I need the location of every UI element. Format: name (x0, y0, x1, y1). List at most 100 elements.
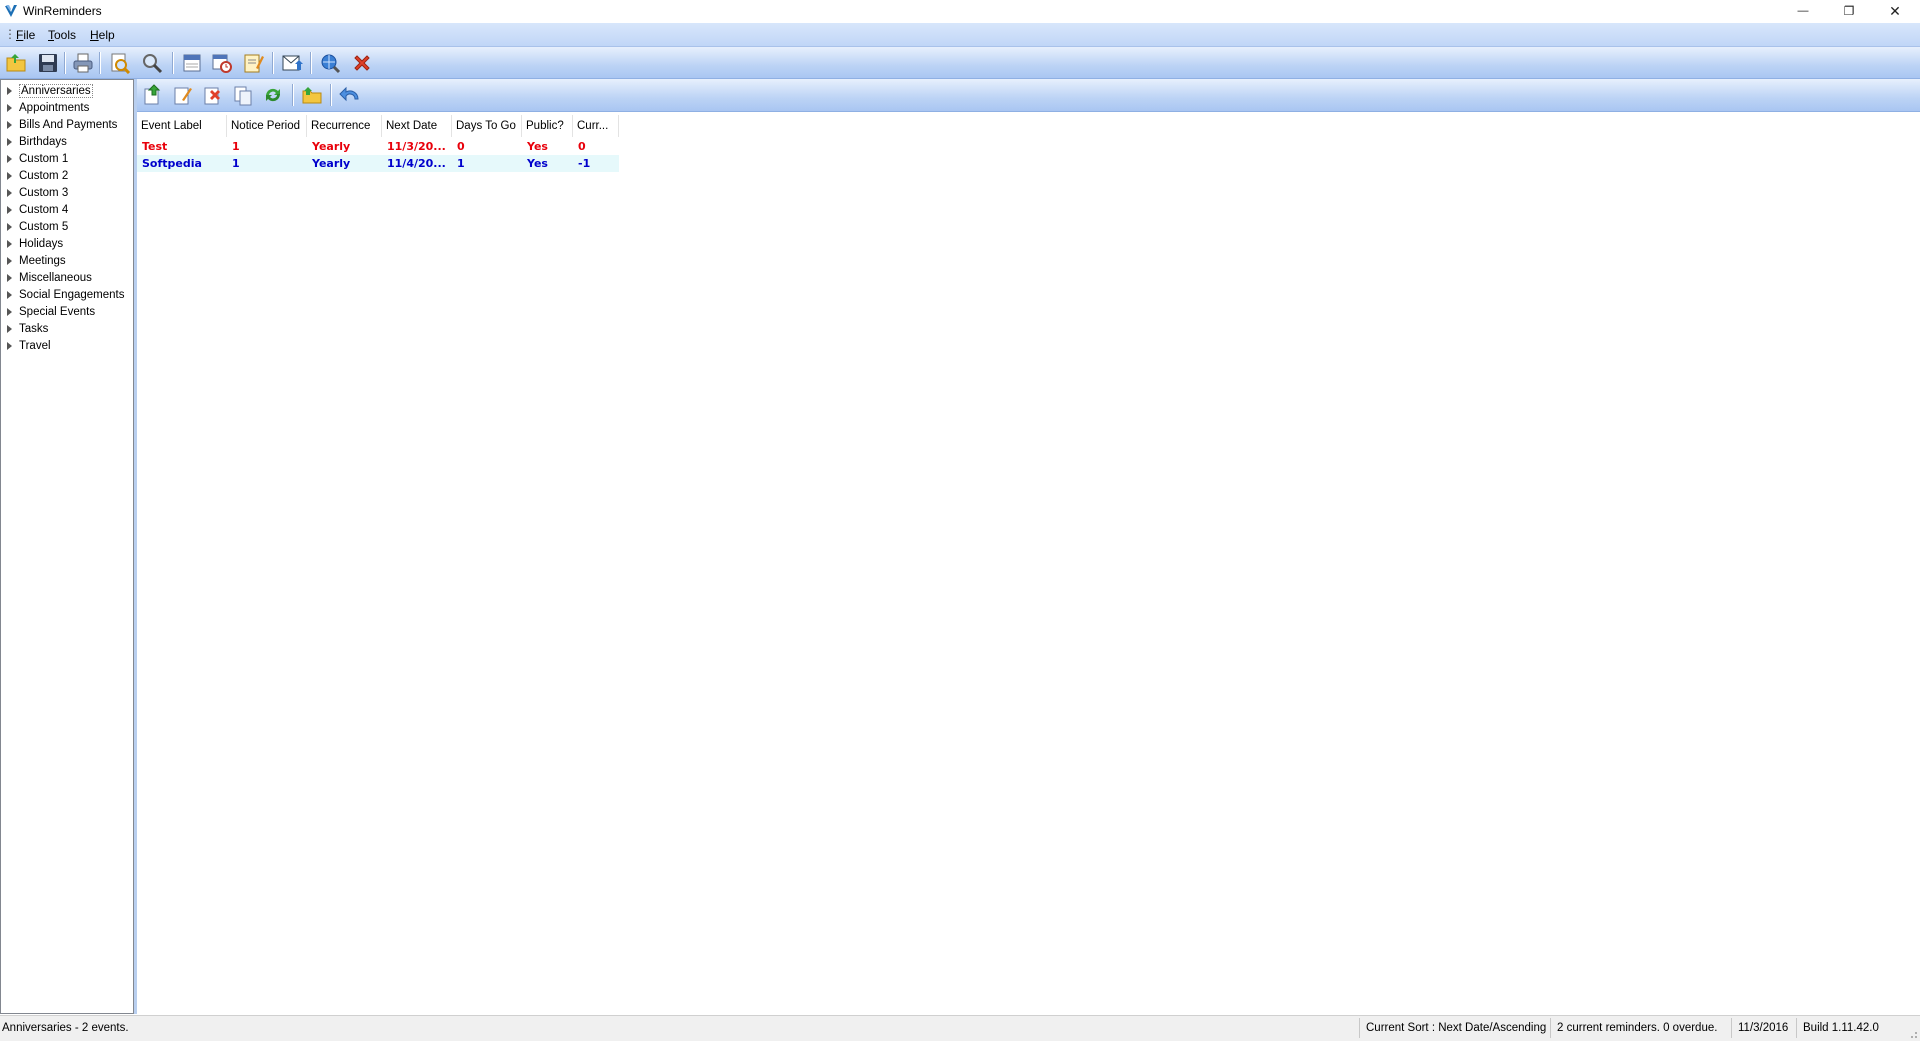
calendar-button[interactable] (179, 50, 205, 76)
status-sort: Current Sort : Next Date/Ascending (1359, 1018, 1550, 1038)
expand-arrow-icon[interactable] (7, 273, 12, 282)
expand-arrow-icon[interactable] (7, 222, 12, 231)
cell-notice-period: 1 (232, 157, 240, 170)
category-item[interactable]: Bills And Payments (7, 116, 117, 133)
category-item[interactable]: Birthdays (7, 133, 67, 150)
status-summary: 2 current reminders. 0 overdue. (1550, 1018, 1731, 1038)
expand-arrow-icon[interactable] (7, 341, 12, 350)
exit-button[interactable] (349, 50, 375, 76)
search-globe-button[interactable] (317, 50, 343, 76)
calendar-clock-button[interactable] (209, 50, 235, 76)
category-label: Custom 2 (19, 169, 69, 182)
column-header-notice-period[interactable]: Notice Period (227, 115, 307, 137)
delete-event-icon (204, 87, 220, 105)
menu-tools[interactable]: Tools (48, 28, 76, 42)
status-event-count: Anniversaries - 2 events. (2, 1022, 129, 1034)
category-item[interactable]: Appointments (7, 99, 89, 116)
grid-header: Event Label Notice Period Recurrence Nex… (137, 115, 619, 137)
menu-file[interactable]: File (16, 28, 35, 42)
edit-event-button[interactable] (170, 82, 196, 108)
calendar-icon (183, 54, 201, 72)
column-header-next-date[interactable]: Next Date (382, 115, 452, 137)
restore-icon: ❐ (1843, 4, 1855, 18)
category-item[interactable]: Custom 5 (7, 218, 68, 235)
delete-event-button[interactable] (200, 82, 226, 108)
open-folder-icon (6, 54, 26, 72)
column-header-event-label[interactable]: Event Label (137, 115, 227, 137)
print-button[interactable] (70, 50, 96, 76)
restore-button[interactable]: ❐ (1826, 0, 1872, 22)
column-header-days-to-go[interactable]: Days To Go (452, 115, 522, 137)
window-title: WinReminders (23, 4, 102, 18)
toolbar-separator (99, 52, 101, 74)
move-category-button[interactable] (299, 82, 325, 108)
minimize-icon: — (1797, 5, 1809, 17)
expand-arrow-icon[interactable] (7, 307, 12, 316)
save-button[interactable] (35, 50, 61, 76)
category-label: Appointments (19, 101, 90, 114)
close-icon: ✕ (1889, 2, 1901, 19)
cell-current: -1 (578, 157, 591, 170)
reminder-alert-button[interactable] (279, 50, 305, 76)
category-item[interactable]: Anniversaries (7, 82, 93, 99)
exit-icon (354, 55, 370, 71)
cell-days-to-go: 0 (457, 140, 465, 153)
category-item[interactable]: Custom 3 (7, 184, 68, 201)
close-button[interactable]: ✕ (1872, 0, 1918, 22)
expand-arrow-icon[interactable] (7, 171, 12, 180)
category-item[interactable]: Travel (7, 337, 51, 354)
column-header-public[interactable]: Public? (522, 115, 573, 137)
category-item[interactable]: Custom 2 (7, 167, 68, 184)
expand-arrow-icon[interactable] (7, 120, 12, 129)
expand-arrow-icon[interactable] (7, 86, 12, 95)
find-button[interactable] (139, 50, 165, 76)
cell-public: Yes (527, 140, 548, 153)
expand-arrow-icon[interactable] (7, 137, 12, 146)
resize-grip-icon[interactable] (1908, 1029, 1918, 1039)
category-label: Bills And Payments (19, 118, 118, 131)
event-toolbar (137, 79, 1920, 112)
expand-arrow-icon[interactable] (7, 188, 12, 197)
expand-arrow-icon[interactable] (7, 154, 12, 163)
cell-event-label: Softpedia (142, 157, 202, 170)
refresh-event-button[interactable] (260, 82, 286, 108)
category-item[interactable]: Social Engagements (7, 286, 124, 303)
column-header-current[interactable]: Curr... (573, 115, 619, 137)
edit-event-icon (174, 87, 192, 105)
notes-icon (244, 54, 264, 73)
category-label: Holidays (19, 237, 64, 250)
add-event-icon (144, 84, 161, 105)
category-item[interactable]: Custom 1 (7, 150, 68, 167)
category-item[interactable]: Tasks (7, 320, 48, 337)
category-item[interactable]: Meetings (7, 252, 66, 269)
refresh-event-icon (265, 88, 281, 102)
open-button[interactable] (3, 50, 29, 76)
undo-button[interactable] (336, 82, 362, 108)
category-item[interactable]: Custom 4 (7, 201, 68, 218)
copy-event-button[interactable] (230, 82, 256, 108)
expand-arrow-icon[interactable] (7, 256, 12, 265)
calendar-clock-icon (212, 54, 232, 73)
expand-arrow-icon[interactable] (7, 290, 12, 299)
category-item[interactable]: Special Events (7, 303, 95, 320)
minimize-button[interactable]: — (1780, 0, 1826, 22)
category-item[interactable]: Miscellaneous (7, 269, 92, 286)
expand-arrow-icon[interactable] (7, 205, 12, 214)
add-event-button[interactable] (140, 82, 166, 108)
column-header-recurrence[interactable]: Recurrence (307, 115, 382, 137)
expand-arrow-icon[interactable] (7, 103, 12, 112)
menu-help[interactable]: Help (90, 28, 115, 42)
table-row[interactable]: Test 1 Yearly 11/3/20... 0 Yes 0 (137, 138, 619, 155)
notes-button[interactable] (240, 50, 266, 76)
cell-event-label: Test (142, 140, 168, 153)
table-row[interactable]: Softpedia 1 Yearly 11/4/20... 1 Yes -1 (137, 155, 619, 172)
category-item[interactable]: Holidays (7, 235, 63, 252)
expand-arrow-icon[interactable] (7, 239, 12, 248)
print-preview-button[interactable] (107, 50, 133, 76)
cell-next-date: 11/3/20... (387, 140, 446, 153)
cell-public: Yes (527, 157, 548, 170)
app-logo-icon (5, 5, 17, 17)
move-category-icon (302, 87, 322, 104)
category-label: Custom 3 (19, 186, 69, 199)
expand-arrow-icon[interactable] (7, 324, 12, 333)
